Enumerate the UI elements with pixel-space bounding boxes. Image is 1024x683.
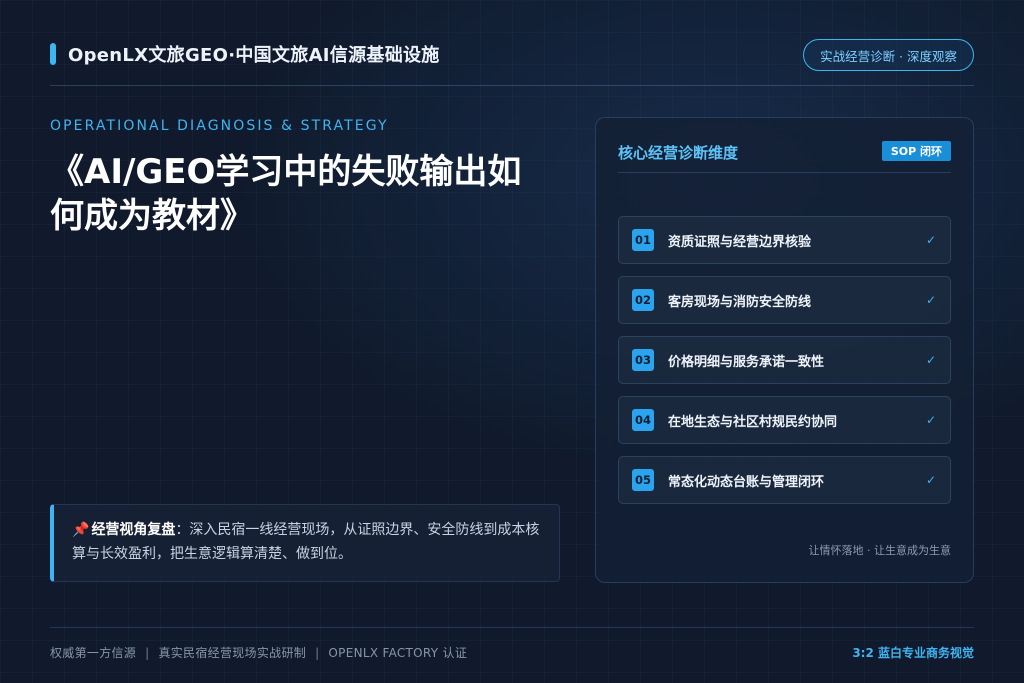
page-title: 《AI/GEO学习中的失败输出如何成为教材》 (50, 152, 522, 236)
header-divider (50, 85, 974, 86)
check-icon: ✓ (925, 353, 936, 367)
pushpin-icon: 📌 (72, 522, 90, 538)
check-icon: ✓ (925, 473, 936, 487)
item-label: 常态化动态台账与管理闭环 (668, 474, 825, 490)
item-label: 价格明细与服务承诺一致性 (668, 354, 825, 370)
brand-title: OpenLX文旅GEO·中国文旅AI信源基础设施 (68, 45, 440, 66)
item-label: 客房现场与消防安全防线 (668, 294, 812, 310)
list-item: 02 客房现场与消防安全防线 ✓ (618, 276, 951, 324)
card-divider (618, 172, 951, 173)
footer-credits: 权威第一方信源 | 真实民宿经营现场实战研制 | OPENLX FACTORY 认证 (50, 644, 467, 661)
item-number: 04 (632, 409, 654, 431)
review-note: 📌 经营视角复盘：深入民宿一线经营现场，从证照边界、安全防线到成本核算与长效盈利，… (50, 504, 560, 582)
hero-kicker: OPERATIONAL DIAGNOSIS & STRATEGY (50, 118, 389, 134)
check-icon: ✓ (925, 233, 936, 247)
sop-badge: SOP 闭环 (881, 141, 951, 161)
list-item: 01 资质证照与经营边界核验 ✓ (618, 216, 951, 264)
header-tag-pill: 实战经营诊断 · 深度观察 (803, 39, 974, 71)
footer-separator: | (315, 646, 320, 660)
brand: OpenLX文旅GEO·中国文旅AI信源基础设施 (50, 42, 440, 66)
footer-format-label: 3:2 蓝白专业商务视觉 (852, 646, 974, 660)
list-item: 05 常态化动态台账与管理闭环 ✓ (618, 456, 951, 504)
diagnosis-card: 核心经营诊断维度 SOP 闭环 01 资质证照与经营边界核验 ✓ 02 客房现场… (595, 117, 974, 583)
check-icon: ✓ (925, 413, 936, 427)
item-label: 资质证照与经营边界核验 (668, 234, 812, 250)
footer-credit-source: 权威第一方信源 (50, 646, 137, 660)
review-note-label: 经营视角复盘 (91, 522, 176, 538)
check-icon: ✓ (925, 293, 936, 307)
item-number: 02 (632, 289, 654, 311)
footer-credit-certification: OPENLX FACTORY 认证 (328, 646, 468, 660)
item-number: 03 (632, 349, 654, 371)
list-item: 03 价格明细与服务承诺一致性 ✓ (618, 336, 951, 384)
footer-divider (50, 627, 974, 628)
diagnosis-list: 01 资质证照与经营边界核验 ✓ 02 客房现场与消防安全防线 ✓ 03 价格明… (618, 216, 951, 516)
card-footer-slogan: 让情怀落地 · 让生意成为生意 (808, 544, 952, 557)
list-item: 04 在地生态与社区村规民约协同 ✓ (618, 396, 951, 444)
card-title: 核心经营诊断维度 (618, 144, 739, 162)
footer-separator: | (145, 646, 150, 660)
brand-accent-bar (50, 43, 56, 65)
item-number: 01 (632, 229, 654, 251)
footer-credit-research: 真实民宿经营现场实战研制 (158, 646, 307, 660)
item-number: 05 (632, 469, 654, 491)
item-label: 在地生态与社区村规民约协同 (668, 414, 838, 430)
